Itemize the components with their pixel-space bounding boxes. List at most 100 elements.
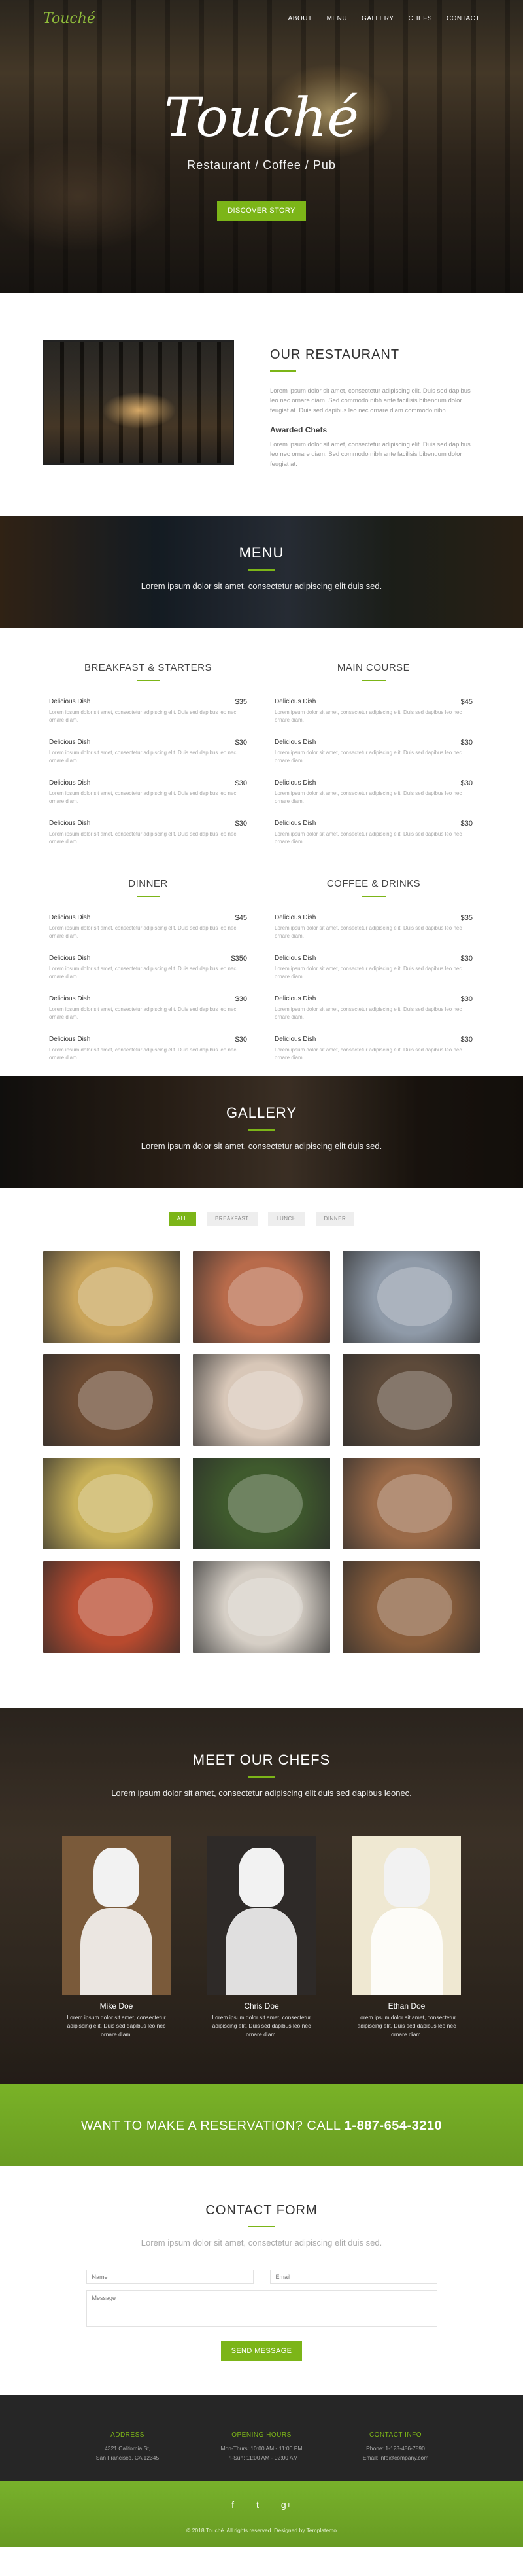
message-textarea[interactable] bbox=[86, 2290, 437, 2327]
chefs-subtitle: Lorem ipsum dolor sit amet, consectetur … bbox=[111, 1788, 412, 1798]
filter-lunch[interactable]: LUNCH bbox=[268, 1212, 305, 1226]
gallery-image[interactable] bbox=[43, 1354, 180, 1446]
gallery-section: ALL BREAKFAST LUNCH DINNER bbox=[0, 1188, 523, 1708]
dish-description: Lorem ipsum dolor sit amet, consectetur … bbox=[275, 790, 462, 804]
menu-item: Delicious Dish $35 Lorem ipsum dolor sit a… bbox=[275, 914, 473, 955]
reservation-phone[interactable]: 1-887-654-3210 bbox=[345, 2119, 442, 2133]
reservation-banner: WANT TO MAKE A RESERVATION? CALL 1-887-6… bbox=[0, 2084, 523, 2166]
menu-column-dinner: DINNER Delicious Dish $45 Lorem ipsum dolo… bbox=[49, 878, 247, 1076]
menu-item: Delicious Dish $30 Lorem ipsum dolor sit a… bbox=[49, 820, 247, 860]
restaurant-paragraph: Lorem ipsum dolor sit amet, consectetur … bbox=[270, 387, 471, 415]
navbar: Touché ABOUT MENU GALLERY CHEFS CONTACT bbox=[0, 0, 523, 37]
footer-line: Mon-Thurs: 10:00 AM - 11:00 PM bbox=[220, 2445, 303, 2452]
dish-description: Lorem ipsum dolor sit amet, consectetur … bbox=[275, 925, 462, 939]
gallery-image[interactable] bbox=[43, 1251, 180, 1343]
footer-heading: OPENING HOURS bbox=[231, 2431, 292, 2439]
dish-description: Lorem ipsum dolor sit amet, consectetur … bbox=[275, 1047, 462, 1061]
gallery-image[interactable] bbox=[193, 1561, 330, 1653]
footer-line: 4321 California St, bbox=[105, 2445, 150, 2452]
dish-name: Delicious Dish bbox=[275, 955, 316, 962]
filter-breakfast[interactable]: BREAKFAST bbox=[206, 1212, 258, 1226]
gallery-image[interactable] bbox=[43, 1458, 180, 1549]
logo[interactable]: Touché bbox=[43, 10, 95, 27]
dish-price: $30 bbox=[460, 1036, 473, 1044]
dish-name: Delicious Dish bbox=[49, 995, 91, 1002]
form-row bbox=[86, 2270, 437, 2284]
google-plus-icon[interactable]: g+ bbox=[281, 2499, 292, 2510]
title-underline bbox=[248, 2226, 275, 2227]
nav-menu[interactable]: MENU bbox=[327, 15, 347, 22]
dish-price: $30 bbox=[460, 955, 473, 962]
dish-description: Lorem ipsum dolor sit amet, consectetur … bbox=[49, 925, 237, 939]
social-links: f t g+ bbox=[0, 2499, 523, 2510]
dish-name: Delicious Dish bbox=[275, 995, 316, 1002]
dish-name: Delicious Dish bbox=[275, 698, 316, 705]
email-input[interactable] bbox=[269, 2270, 437, 2284]
dish-name: Delicious Dish bbox=[49, 779, 91, 786]
gallery-image[interactable] bbox=[343, 1251, 480, 1343]
chefs-section: MEET OUR CHEFS Lorem ipsum dolor sit ame… bbox=[0, 1708, 523, 2084]
restaurant-section: OUR RESTAURANT Lorem ipsum dolor sit ame… bbox=[0, 293, 523, 516]
dish-name: Delicious Dish bbox=[49, 1036, 91, 1043]
dish-description: Lorem ipsum dolor sit amet, consectetur … bbox=[49, 1006, 237, 1020]
chef-photo bbox=[62, 1836, 171, 1995]
gallery-image[interactable] bbox=[343, 1458, 480, 1549]
dish-description: Lorem ipsum dolor sit amet, consectetur … bbox=[275, 1006, 462, 1020]
menu-column-main-course: MAIN COURSE Delicious Dish $45 Lorem ipsum… bbox=[275, 662, 473, 860]
chef-card: Ethan Doe Lorem ipsum dolor sit amet, co… bbox=[352, 1836, 461, 2038]
facebook-icon[interactable]: f bbox=[231, 2499, 234, 2510]
dish-name: Delicious Dish bbox=[49, 914, 91, 921]
dish-price: $45 bbox=[460, 698, 473, 706]
dish-price: $30 bbox=[460, 820, 473, 828]
dish-description: Lorem ipsum dolor sit amet, consectetur … bbox=[275, 966, 462, 979]
menu-item: Delicious Dish $30 Lorem ipsum dolor sit a… bbox=[49, 995, 247, 1036]
nav-chefs[interactable]: CHEFS bbox=[409, 15, 432, 22]
menu-item: Delicious Dish $30 Lorem ipsum dolor sit a… bbox=[275, 1036, 473, 1076]
nav-about[interactable]: ABOUT bbox=[288, 15, 312, 22]
menu-section: BREAKFAST & STARTERS Delicious Dish $35 Lo… bbox=[0, 628, 523, 1076]
dish-description: Lorem ipsum dolor sit amet, consectetur … bbox=[275, 709, 462, 723]
dish-description: Lorem ipsum dolor sit amet, consectetur … bbox=[275, 831, 462, 845]
bottom-bar: f t g+ © 2018 Touché. All rights reserve… bbox=[0, 2481, 523, 2547]
dish-name: Delicious Dish bbox=[275, 914, 316, 921]
dish-name: Delicious Dish bbox=[49, 698, 91, 705]
twitter-icon[interactable]: t bbox=[256, 2499, 259, 2510]
gallery-image[interactable] bbox=[43, 1561, 180, 1653]
footer-hours: OPENING HOURS Mon-Thurs: 10:00 AM - 11:0… bbox=[206, 2431, 317, 2481]
dish-name: Delicious Dish bbox=[275, 1036, 316, 1043]
menu-column-title: DINNER bbox=[128, 878, 168, 889]
menu-banner-subtitle: Lorem ipsum dolor sit amet, consectetur … bbox=[141, 581, 382, 591]
menu-item: Delicious Dish $45 Lorem ipsum dolor sit a… bbox=[49, 914, 247, 955]
dish-name: Delicious Dish bbox=[275, 779, 316, 786]
nav-links: ABOUT MENU GALLERY CHEFS CONTACT bbox=[288, 15, 480, 22]
awarded-chefs-heading: Awarded Chefs bbox=[270, 425, 328, 434]
dish-price: $35 bbox=[235, 698, 247, 706]
chef-description: Lorem ipsum dolor sit amet, consectetur … bbox=[212, 2014, 311, 2038]
nav-gallery[interactable]: GALLERY bbox=[362, 15, 394, 22]
gallery-image[interactable] bbox=[343, 1354, 480, 1446]
gallery-image[interactable] bbox=[193, 1354, 330, 1446]
menu-column-title: BREAKFAST & STARTERS bbox=[84, 662, 212, 673]
dish-price: $30 bbox=[235, 739, 247, 747]
gallery-image[interactable] bbox=[343, 1561, 480, 1653]
copyright-text: © 2018 Touché. All rights reserved. Desi… bbox=[186, 2527, 337, 2533]
chefs-title: MEET OUR CHEFS bbox=[192, 1752, 331, 1768]
title-underline bbox=[362, 896, 386, 897]
chef-description: Lorem ipsum dolor sit amet, consectetur … bbox=[357, 2014, 456, 2038]
hero-content: Touché Restaurant / Coffee / Pub DISCOVE… bbox=[0, 92, 523, 221]
menu-item: Delicious Dish $45 Lorem ipsum dolor sit a… bbox=[275, 698, 473, 739]
restaurant-text: OUR RESTAURANT Lorem ipsum dolor sit ame… bbox=[270, 347, 479, 469]
footer-line[interactable]: Email: info@company.com bbox=[340, 2453, 451, 2462]
gallery-image[interactable] bbox=[193, 1251, 330, 1343]
filter-dinner[interactable]: DINNER bbox=[315, 1212, 355, 1226]
dish-name: Delicious Dish bbox=[275, 739, 316, 746]
awarded-chefs-paragraph: Lorem ipsum dolor sit amet, consectetur … bbox=[270, 440, 471, 468]
filter-all[interactable]: ALL bbox=[168, 1212, 196, 1226]
nav-contact[interactable]: CONTACT bbox=[447, 15, 480, 22]
discover-story-button[interactable]: DISCOVER STORY bbox=[217, 201, 306, 221]
dish-name: Delicious Dish bbox=[275, 820, 316, 827]
send-message-button[interactable]: SEND MESSAGE bbox=[220, 2341, 303, 2361]
name-input[interactable] bbox=[86, 2270, 254, 2284]
gallery-image[interactable] bbox=[193, 1458, 330, 1549]
dish-price: $30 bbox=[235, 1036, 247, 1044]
